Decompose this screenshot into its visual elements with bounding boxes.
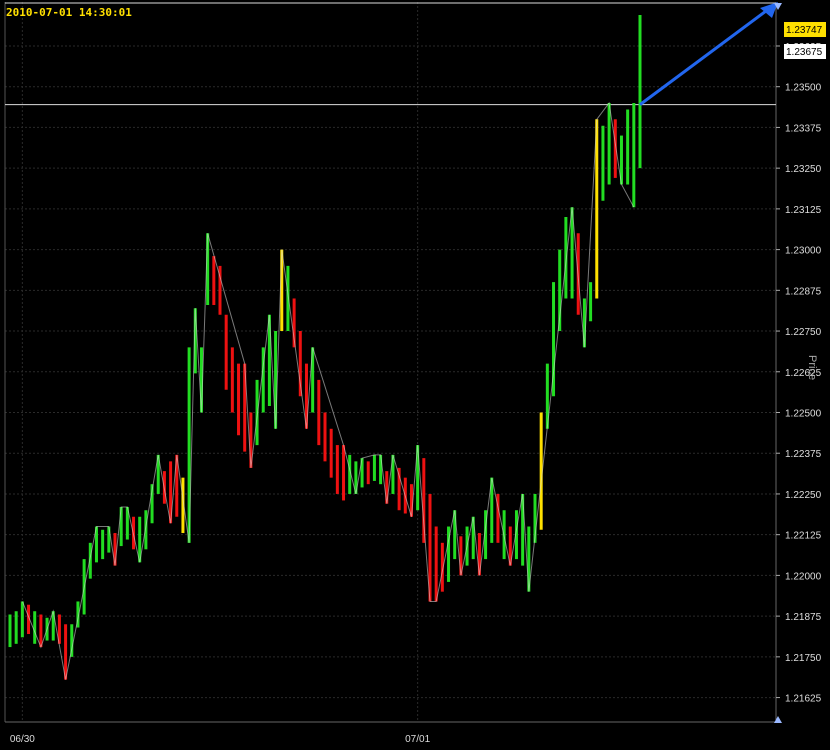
y-tick-label: 1.22000 [785, 571, 822, 582]
price-bars [8, 15, 642, 680]
y-tick-label: 1.22375 [785, 449, 822, 460]
y-tick-label: 1.22750 [785, 327, 822, 338]
price-tags: 1.23747 1.23675 [784, 22, 826, 59]
zigzag-path [21, 101, 635, 680]
scroll-marker-bottom [774, 716, 782, 723]
grid-lines [4, 2, 777, 723]
time-axis[interactable]: 06/30 07/01 [10, 3, 782, 745]
y-tick-label: 1.23500 [785, 83, 822, 94]
y-axis-title: Price [806, 355, 818, 381]
y-tick-label: 1.21750 [785, 653, 822, 664]
y-tick-label: 1.22875 [785, 286, 822, 297]
price-tag-label: 1.23747 [786, 25, 823, 36]
y-tick-label: 1.22500 [785, 408, 822, 419]
x-tick-label: 06/30 [10, 734, 35, 745]
trend-arrow [639, 2, 778, 106]
y-tick-label: 1.22125 [785, 531, 822, 542]
x-tick-label: 07/01 [405, 734, 430, 745]
timestamp-label: 2010-07-01 14:30:01 [6, 6, 132, 19]
zigzag-lines [21, 101, 635, 680]
y-tick-label: 1.23125 [785, 205, 822, 216]
price-tag-label: 1.23675 [786, 47, 823, 58]
y-tick-label: 1.23000 [785, 246, 822, 257]
trend-arrow-line [639, 6, 771, 106]
y-tick-label: 1.23250 [785, 164, 822, 175]
price-chart: 1.21625 1.21750 1.21875 1.22000 1.22125 1.222… [4, 2, 826, 745]
y-tick-label: 1.23375 [785, 123, 822, 134]
y-tick-label: 1.21625 [785, 694, 822, 705]
y-tick-label: 1.22250 [785, 490, 822, 501]
y-tick-label: 1.21875 [785, 612, 822, 623]
